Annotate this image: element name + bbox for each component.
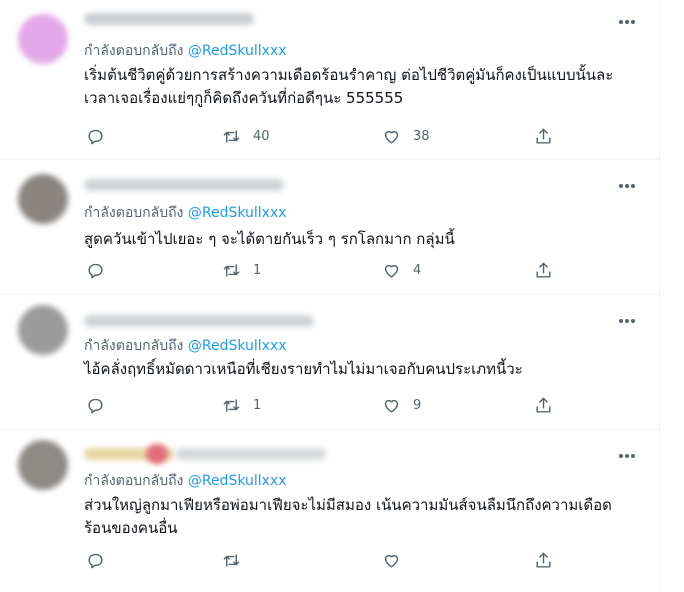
mention-link[interactable]: @RedSkullxxx [188,205,287,221]
mention-link[interactable]: @RedSkullxxx [188,43,287,59]
replying-to: กำลังตอบกลับถึง @RedSkullxxx [84,335,287,357]
retweet-icon [223,129,240,143]
author-name-blurred [84,315,314,327]
tweet[interactable]: กำลังตอบกลับถึง @RedSkullxxx เริ่มต้นชีว… [0,0,660,160]
reply-prefix: กำลังตอบกลับถึง [84,473,184,489]
tweet[interactable]: กำลังตอบกลับถึง @RedSkullxxx สูดควันเข้า… [0,160,660,295]
tweet-text: เริ่มต้นชีวิตคู่ด้วยการสร้างความเดือดร้อ… [84,66,614,107]
like-button[interactable]: 38 [382,126,430,146]
retweet-count: 1 [253,262,262,278]
replies-feed: กำลังตอบกลับถึง @RedSkullxxx เริ่มต้นชีว… [0,0,660,592]
like-button[interactable]: 4 [382,260,421,280]
author-name-blurred [84,179,284,191]
avatar[interactable] [18,305,68,355]
avatar[interactable] [18,14,68,64]
tweet-actions: 1 4 [84,260,564,280]
like-count: 4 [413,262,422,278]
avatar[interactable] [18,174,68,224]
reply-button[interactable] [86,550,105,570]
like-count: 9 [413,397,422,413]
like-button[interactable]: 9 [382,395,421,415]
tweet-actions: 40 38 [84,126,564,146]
like-icon [384,264,399,278]
share-button[interactable] [534,550,553,570]
retweet-icon [223,263,240,277]
retweet-count: 40 [253,128,270,144]
share-icon [536,397,551,413]
mention-link[interactable]: @RedSkullxxx [188,338,287,354]
tweet[interactable]: กำลังตอบกลับถึง @RedSkullxxx ส่วนใหญ่ลูก… [0,430,660,592]
retweet-count: 1 [253,397,262,413]
more-icon [619,319,635,323]
replying-to: กำลังตอบกลับถึง @RedSkullxxx [84,202,287,224]
retweet-button[interactable]: 40 [222,126,270,146]
emoji-blurred [146,444,168,464]
tweet-text: ส่วนใหญ่ลูกมาเฟียหรือพ่อมาเฟียจะไม่มีสมอ… [84,496,612,537]
more-button[interactable] [610,307,644,335]
replying-to: กำลังตอบกลับถึง @RedSkullxxx [84,40,287,62]
like-icon [384,130,399,144]
reply-icon [88,129,103,144]
retweet-button[interactable]: 1 [222,395,261,415]
like-icon [384,399,399,413]
share-icon [536,262,551,278]
reply-icon [88,263,103,278]
more-button[interactable] [610,442,644,470]
reply-prefix: กำลังตอบกลับถึง [84,205,184,221]
reply-icon [88,398,103,413]
more-icon [619,454,635,458]
like-button[interactable] [382,550,413,570]
more-icon [619,20,635,24]
retweet-button[interactable] [222,550,253,570]
tweet-actions: 1 9 [84,395,564,415]
tweet[interactable]: กำลังตอบกลับถึง @RedSkullxxx ไอ้คลั่งฤทธ… [0,295,660,430]
share-button[interactable] [534,395,553,415]
tweet-text: สูดควันเข้าไปเยอะ ๆ จะได้ตายกันเร็ว ๆ รก… [84,230,455,248]
reply-icon [88,553,103,568]
more-button[interactable] [610,8,644,36]
replying-to: กำลังตอบกลับถึง @RedSkullxxx [84,470,287,492]
like-icon [384,554,399,568]
reply-button[interactable] [86,260,105,280]
reply-button[interactable] [86,395,105,415]
tweet-actions [84,550,564,570]
reply-prefix: กำลังตอบกลับถึง [84,43,184,59]
retweet-button[interactable]: 1 [222,260,261,280]
share-icon [536,552,551,568]
reply-prefix: กำลังตอบกลับถึง [84,338,184,354]
more-icon [619,184,635,188]
like-count: 38 [413,128,430,144]
reply-button[interactable] [86,126,105,146]
retweet-icon [223,398,240,412]
tweet-text: ไอ้คลั่งฤทธิ์หมัดดาวเหนือที่เชียงรายทำไม… [84,360,523,378]
share-button[interactable] [534,260,553,280]
mention-link[interactable]: @RedSkullxxx [188,473,287,489]
author-name-blurred [84,13,254,25]
share-icon [536,128,551,144]
retweet-icon [223,553,240,567]
more-button[interactable] [610,172,644,200]
avatar[interactable] [18,440,68,490]
handle-blurred [176,448,326,460]
share-button[interactable] [534,126,553,146]
